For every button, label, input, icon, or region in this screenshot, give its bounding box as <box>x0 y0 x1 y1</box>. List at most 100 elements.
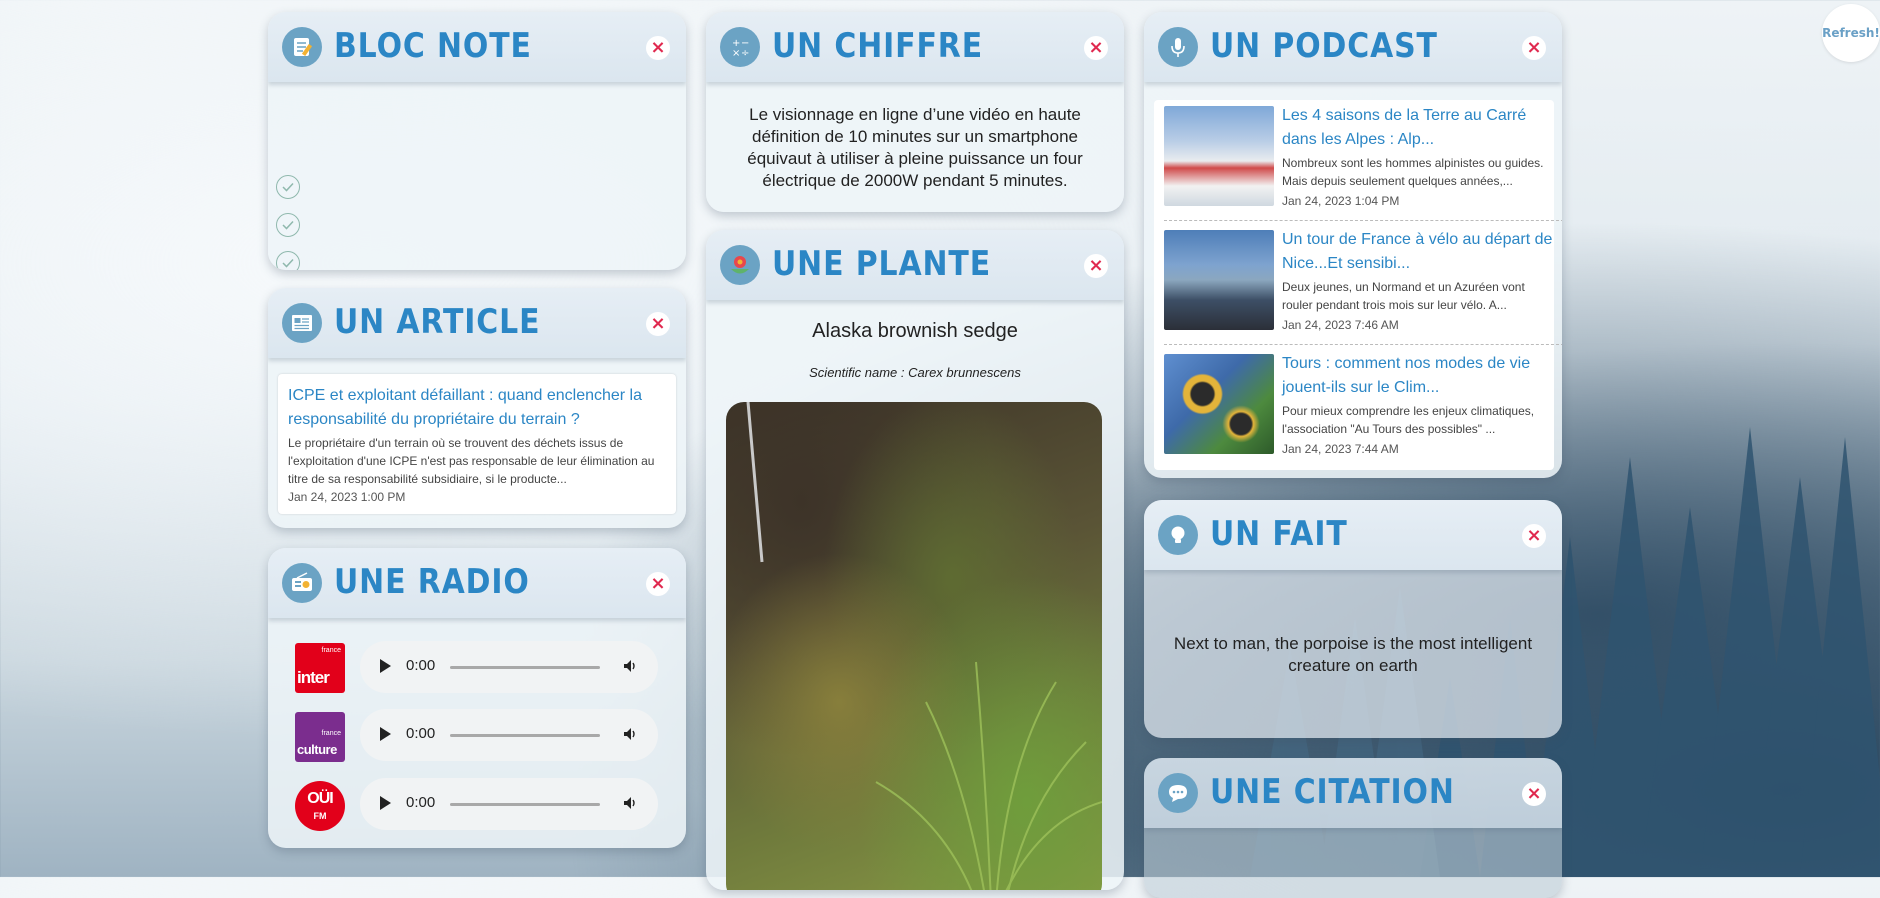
fait-header: UN FAIT × <box>1144 500 1562 570</box>
logo-text: OÜI <box>307 790 333 807</box>
audio-progress[interactable] <box>450 734 600 737</box>
audio-time: 0:00 <box>406 657 436 674</box>
podcast-title[interactable]: Tours : comment nos modes de vie jouent-… <box>1282 352 1558 400</box>
divider <box>1164 344 1562 345</box>
bloc-note-card: BLOC NOTE × <box>268 12 686 270</box>
audio-progress[interactable] <box>450 666 600 669</box>
volume-icon[interactable] <box>622 658 638 678</box>
volume-icon[interactable] <box>622 795 638 815</box>
svg-text:÷: ÷ <box>741 48 749 59</box>
plante-header: UNE PLANTE × <box>706 230 1124 300</box>
volume-icon[interactable] <box>622 726 638 746</box>
article-box[interactable]: ICPE et exploitant défaillant : quand en… <box>278 374 676 514</box>
plante-card: UNE PLANTE × Alaska brownish sedge Scien… <box>706 230 1124 890</box>
close-button[interactable]: × <box>1522 782 1546 806</box>
audio-time: 0:00 <box>406 794 436 811</box>
france-inter-logo[interactable]: france inter <box>295 643 345 693</box>
plant-scientific-name: Scientific name : Carex brunnescens <box>809 365 1021 380</box>
fait-card: UN FAIT × Next to man, the porpoise is t… <box>1144 500 1562 738</box>
card-title: UN CHIFFRE <box>772 26 984 66</box>
speech-bubble-icon <box>1158 773 1198 813</box>
podcast-header: UN PODCAST × <box>1144 12 1562 82</box>
card-title: BLOC NOTE <box>334 26 532 66</box>
card-title: UN FAIT <box>1210 514 1348 554</box>
radio-station: france inter 0:00 <box>268 641 686 703</box>
podcast-title[interactable]: Un tour de France à vélo au départ de Ni… <box>1282 228 1558 276</box>
lightbulb-icon <box>1158 515 1198 555</box>
chiffre-card: + − × ÷ UN CHIFFRE × Le visionnage en li… <box>706 12 1124 212</box>
note-input[interactable] <box>314 251 670 270</box>
play-icon[interactable] <box>380 659 391 673</box>
citation-header: UNE CITATION × <box>1144 758 1562 828</box>
radio-station: OÜI FM 0:00 <box>268 778 686 841</box>
podcast-list: Les 4 saisons de la Terre au Carré dans … <box>1154 100 1562 470</box>
grass-blades <box>746 402 1102 890</box>
podcast-description: Pour mieux comprendre les enjeux climati… <box>1282 404 1535 436</box>
bloc-note-header: BLOC NOTE × <box>268 12 686 82</box>
chiffre-text: Le visionnage en ligne d’une vidéo en ha… <box>747 105 1083 190</box>
podcast-description: Deux jeunes, un Normand et un Azuréen vo… <box>1282 280 1525 312</box>
logo-small-text: FM <box>313 811 327 821</box>
radio-card: UNE RADIO × france inter 0:00 france cul… <box>268 548 686 848</box>
article-summary: Le propriétaire d'un terrain où se trouv… <box>288 436 655 486</box>
newspaper-icon <box>282 303 322 343</box>
card-title: UN ARTICLE <box>334 302 541 342</box>
podcast-date: Jan 24, 2023 1:04 PM <box>1282 194 1400 208</box>
radio-station: france culture 0:00 <box>268 709 686 772</box>
podcast-title[interactable]: Les 4 saisons de la Terre au Carré dans … <box>1282 104 1558 152</box>
podcast-description: Nombreux sont les hommes alpinistes ou g… <box>1282 156 1544 188</box>
card-title: UN PODCAST <box>1210 26 1438 66</box>
article-headline[interactable]: ICPE et exploitant défaillant : quand en… <box>288 384 668 432</box>
close-button[interactable]: × <box>646 572 670 596</box>
card-title: UNE PLANTE <box>772 244 992 284</box>
check-icon[interactable] <box>276 213 300 237</box>
audio-progress[interactable] <box>450 803 600 806</box>
close-button[interactable]: × <box>1084 36 1108 60</box>
logo-small-text: france <box>321 647 341 654</box>
notepad-icon <box>282 27 322 67</box>
play-icon[interactable] <box>380 796 391 810</box>
svg-text:×: × <box>732 48 740 59</box>
fait-text: Next to man, the porpoise is the most in… <box>1173 634 1533 675</box>
audio-player[interactable]: 0:00 <box>360 641 658 693</box>
check-icon[interactable] <box>276 175 300 199</box>
podcast-date: Jan 24, 2023 7:46 AM <box>1282 318 1399 332</box>
podcast-thumbnail <box>1164 230 1274 330</box>
podcast-item[interactable]: Tours : comment nos modes de vie jouent-… <box>1164 348 1562 464</box>
close-button[interactable]: × <box>1522 524 1546 548</box>
play-icon[interactable] <box>380 727 391 741</box>
article-card: UN ARTICLE × ICPE et exploitant défailla… <box>268 288 686 528</box>
close-button[interactable]: × <box>1084 254 1108 278</box>
logo-text: inter <box>297 668 330 687</box>
flower-icon <box>720 245 760 285</box>
podcast-item[interactable]: Les 4 saisons de la Terre au Carré dans … <box>1164 100 1562 221</box>
radio-icon <box>282 563 322 603</box>
podcast-item[interactable]: Un tour de France à vélo au départ de Ni… <box>1164 224 1562 345</box>
oui-fm-logo[interactable]: OÜI FM <box>295 781 345 831</box>
divider <box>1164 220 1562 221</box>
france-culture-logo[interactable]: france culture <box>295 712 345 762</box>
note-input[interactable] <box>314 175 670 199</box>
note-input[interactable] <box>314 213 670 237</box>
podcast-thumbnail <box>1164 354 1274 454</box>
podcast-card: UN PODCAST × Les 4 saisons de la Terre a… <box>1144 12 1562 478</box>
card-title: UNE RADIO <box>334 562 530 602</box>
audio-player[interactable]: 0:00 <box>360 709 658 761</box>
close-button[interactable]: × <box>646 36 670 60</box>
refresh-button[interactable]: Refresh! <box>1822 4 1880 62</box>
close-button[interactable]: × <box>1522 36 1546 60</box>
podcast-date: Jan 24, 2023 7:44 AM <box>1282 442 1399 456</box>
calculator-icon: + − × ÷ <box>720 27 760 67</box>
card-title: UNE CITATION <box>1210 772 1455 812</box>
citation-card: UNE CITATION × <box>1144 758 1562 898</box>
radio-header: UNE RADIO × <box>268 548 686 618</box>
plant-name: Alaska brownish sedge <box>812 320 1018 342</box>
microphone-icon <box>1158 27 1198 67</box>
article-date: Jan 24, 2023 1:00 PM <box>288 490 406 504</box>
check-icon[interactable] <box>276 251 300 270</box>
audio-time: 0:00 <box>406 725 436 742</box>
close-button[interactable]: × <box>646 312 670 336</box>
audio-player[interactable]: 0:00 <box>360 778 658 830</box>
plant-photo <box>726 402 1102 890</box>
article-header: UN ARTICLE × <box>268 288 686 358</box>
